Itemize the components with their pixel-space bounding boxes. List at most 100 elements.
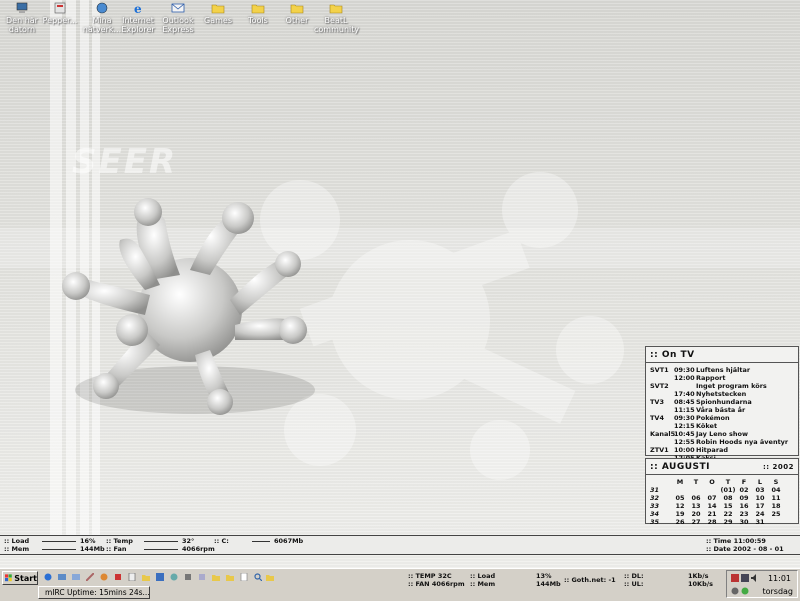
svg-text:e: e: [134, 2, 142, 14]
calendar-day: 10: [755, 494, 765, 502]
network-icon: [96, 2, 108, 14]
desktop-icon-outlook[interactable]: Outlook Express: [156, 2, 200, 34]
tv-row: Kanal5 10:45 Jay Leno show: [650, 430, 794, 438]
desktop-icon-pepper[interactable]: Pepper...: [38, 2, 82, 25]
task-button-mirc[interactable]: mIRC Uptime: 15mins 24s...: [38, 586, 150, 599]
tb-load-value: 13%: [536, 572, 552, 580]
mail-icon[interactable]: [72, 573, 80, 581]
calendar-day: 19: [675, 510, 685, 518]
clipboard-icon[interactable]: [198, 573, 206, 581]
calendar-year: :: 2002: [762, 462, 794, 471]
tv-channel: [650, 422, 674, 430]
calendar-day: [672, 486, 688, 494]
calendar-day: 28: [707, 518, 717, 526]
tv-channel: [650, 390, 674, 398]
calendar-weekday: S: [773, 478, 779, 486]
tv-channel: ZTV1: [650, 446, 669, 454]
clock[interactable]: 11:01: [768, 574, 791, 583]
tool-icon[interactable]: [86, 573, 94, 581]
calendar-day: 24: [755, 510, 765, 518]
calendar-day: 05: [675, 494, 685, 502]
desktop-icon-beatl[interactable]: BeatL community: [314, 2, 359, 34]
calendar-week-row: 32 05 06 07 08 09 10 11: [650, 494, 784, 502]
tray-antivirus-icon[interactable]: [731, 587, 739, 595]
sys-disk-bar: [252, 540, 270, 542]
media-icon[interactable]: [100, 573, 108, 581]
folder-icon[interactable]: [142, 573, 150, 581]
calendar-weekday: O: [709, 478, 715, 486]
calendar-day: 04: [771, 486, 781, 494]
sys-disk-value: 6067Mb: [274, 537, 304, 545]
calendar-day: 23: [739, 510, 749, 518]
calendar-day: [704, 486, 720, 494]
tv-time: 12:15: [674, 422, 695, 430]
tv-list: SVT1 09:30 Luftens hjältar 12:00 Rapport SVT2…: [646, 363, 798, 465]
app-icon[interactable]: [114, 573, 122, 581]
calendar-weekday: L: [757, 478, 763, 486]
calendar-week-number: 35: [650, 518, 660, 526]
calendar-day: 07: [707, 494, 717, 502]
folder-icon[interactable]: [212, 573, 220, 581]
calendar-day: 25: [771, 510, 781, 518]
network-icon[interactable]: [170, 573, 178, 581]
desktop-icon-ie[interactable]: e Internet Explorer: [116, 2, 160, 34]
sys-fan-bar: [144, 548, 178, 550]
tv-panel: :: On TV SVT1 09:30 Luftens hjältar 12:00 Ra…: [645, 346, 799, 462]
document-icon[interactable]: [240, 573, 248, 581]
tv-channel: [650, 438, 674, 446]
tray-volume-icon[interactable]: [751, 574, 759, 582]
tv-show: Inget program körs: [696, 382, 767, 390]
tv-row: 12:00 Rapport: [650, 374, 794, 382]
calendar-day: 02: [739, 486, 749, 494]
sys-temp-bar: [144, 540, 178, 542]
calendar-day: 14: [707, 502, 717, 510]
system-tray: 11:01 torsdag: [726, 570, 798, 598]
ie-icon[interactable]: [44, 573, 52, 581]
tv-row: SVT2 Inget program körs: [650, 382, 794, 390]
calendar-day: 16: [739, 502, 749, 510]
notepad-icon[interactable]: [128, 573, 136, 581]
sys-mem-label: :: Mem: [4, 545, 30, 553]
calendar-day: 26: [675, 518, 685, 526]
folder-icon: [329, 4, 343, 14]
calendar-day: 17: [755, 502, 765, 510]
sys-disk: :: C: 6067Mb: [214, 537, 303, 545]
settings-icon[interactable]: [184, 573, 192, 581]
tv-show: Rapport: [696, 374, 726, 382]
window-icon[interactable]: [156, 573, 164, 581]
sys-load-value: 16%: [80, 537, 96, 545]
tv-time: 12:55: [674, 438, 695, 446]
calendar-day: 15: [723, 502, 733, 510]
start-button[interactable]: Start: [2, 571, 38, 585]
tv-panel-title: :: On TV: [650, 349, 695, 360]
desktop-icon-games[interactable]: Games: [196, 2, 240, 25]
sys-load-bar: [42, 540, 76, 542]
tray-network-icon[interactable]: [741, 574, 749, 582]
calendar-week-row: 31 (01) 02 03 04: [650, 486, 784, 494]
tv-row: TV3 08:45 Spionhundarna: [650, 398, 794, 406]
calendar-day: 20: [691, 510, 701, 518]
desktop-icon[interactable]: [58, 573, 66, 581]
calendar-day: 22: [723, 510, 733, 518]
desktop-icon-tools[interactable]: Tools: [236, 2, 280, 25]
tray-messenger-icon[interactable]: [741, 587, 749, 595]
desktop-icon-label: Other: [285, 16, 309, 25]
calendar-week-row: 35 26 27 28 29 30 31: [650, 518, 784, 526]
calendar-day: 29: [723, 518, 733, 526]
desktop-icon-other[interactable]: Other: [275, 2, 319, 25]
folder-icon[interactable]: [226, 573, 234, 581]
search-icon[interactable]: [254, 573, 262, 581]
task-button-label: mIRC Uptime: 15mins 24s...: [45, 588, 150, 597]
desktop-icon-label: Pepper...: [42, 16, 78, 25]
sys-temp-label: :: Temp: [106, 537, 133, 545]
calendar-header: :: AUGUSTI :: 2002: [646, 459, 798, 475]
tv-row: SVT1 09:30 Luftens hjältar: [650, 366, 794, 374]
tray-app-icon[interactable]: [731, 574, 739, 582]
tv-channel: SVT2: [650, 382, 669, 390]
desktop-icon-label: Internet Explorer: [121, 16, 155, 34]
tv-time: 17:40: [674, 390, 695, 398]
tv-show: Luftens hjältar: [696, 366, 751, 374]
tv-show: Robin Hoods nya äventyr: [696, 438, 789, 446]
folder-icon[interactable]: [266, 573, 274, 581]
calendar-week-number: 31: [650, 486, 660, 494]
